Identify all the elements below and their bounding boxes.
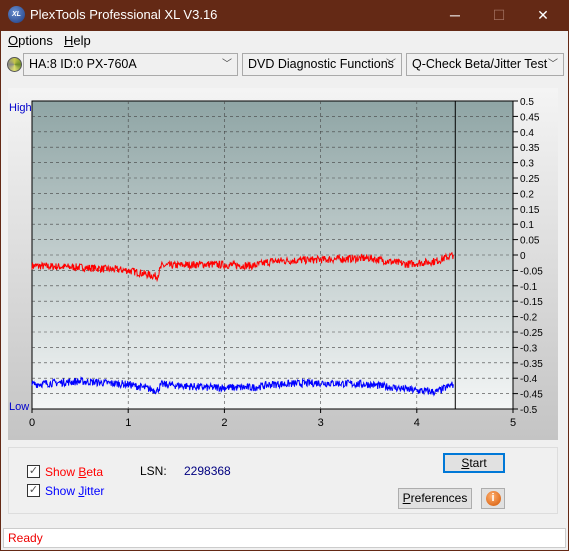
y-tick-label: 0.35 (520, 143, 540, 154)
x-tick-label: 5 (510, 417, 516, 429)
start-button[interactable]: Start (443, 453, 505, 473)
client-area: Options Help HA:8 ID:0 PX-760A ﹀ DVD Diag… (1, 31, 568, 550)
y-tick-label: -0.2 (520, 313, 538, 324)
y-tick-label: 0.45 (520, 112, 540, 123)
y-tick-label: -0.5 (520, 405, 538, 416)
y-tick-label: 0.4 (520, 128, 534, 139)
function-select[interactable]: DVD Diagnostic Functions ﹀ (242, 53, 402, 76)
show-beta-checkbox[interactable]: ✓ (27, 465, 40, 478)
y-tick-label: -0.15 (520, 297, 543, 308)
chart-panel: 0.5 0.45 0.4 0.35 0.3 0.25 0.2 0.15 0.1 0.05 0 -0.0… (8, 88, 558, 440)
beta-jitter-chart: 0.5 0.45 0.4 0.35 0.3 0.25 0.2 0.15 0.1 0.05 0 -0.0… (9, 97, 543, 429)
y-tick-label: -0.1 (520, 282, 538, 293)
x-tick-label: 1 (125, 417, 131, 429)
y-tick-label: 0.15 (520, 205, 540, 216)
info-icon: i (485, 491, 501, 506)
lsn-value: 2298368 (184, 464, 231, 478)
disc-icon (7, 57, 22, 72)
y-tick-label: -0.45 (520, 390, 543, 401)
title-bar: XL PlexTools Professional XL V3.16 ─ ☐ ✕ (0, 0, 569, 31)
drive-select[interactable]: HA:8 ID:0 PX-760A ﹀ (23, 53, 238, 76)
show-jitter-label[interactable]: Show Jitter (45, 484, 104, 498)
y-tick-label: -0.35 (520, 359, 543, 370)
app-logo-icon: XL (8, 6, 25, 23)
y-tick-label: 0.25 (520, 174, 540, 185)
high-label: High (9, 102, 32, 114)
y-tick-label: -0.25 (520, 328, 543, 339)
window-title: PlexTools Professional XL V3.16 (30, 7, 218, 22)
chevron-down-icon: ﹀ (548, 59, 558, 70)
menu-help[interactable]: Help (64, 33, 91, 51)
y-tick-label: 0.3 (520, 159, 534, 170)
y-tick-label: -0.4 (520, 374, 538, 385)
maximize-button[interactable]: ☐ (484, 4, 514, 26)
x-tick-label: 2 (221, 417, 227, 429)
x-tick-label: 0 (29, 417, 35, 429)
chevron-down-icon: ﹀ (222, 59, 232, 70)
y-tick-label: 0.05 (520, 236, 540, 247)
low-label: Low (9, 401, 29, 413)
y-tick-label: -0.3 (520, 343, 538, 354)
status-bar: Ready (3, 528, 566, 548)
menu-options[interactable]: Options (8, 33, 53, 51)
test-select[interactable]: Q-Check Beta/Jitter Test ﹀ (406, 53, 564, 76)
preferences-button[interactable]: Preferences (398, 488, 472, 509)
show-beta-label[interactable]: Show Beta (45, 465, 103, 479)
y-tick-label: 0.2 (520, 189, 534, 200)
info-button[interactable]: i (481, 488, 505, 509)
x-tick-label: 4 (414, 417, 420, 429)
y-tick-label: 0.5 (520, 97, 534, 108)
y-tick-label: 0 (520, 251, 526, 262)
minimize-button[interactable]: ─ (440, 4, 470, 26)
controls-panel: ✓ Show Beta ✓ Show Jitter LSN: 2298368 S… (8, 447, 558, 514)
x-tick-label: 3 (318, 417, 324, 429)
y-tick-label: -0.05 (520, 266, 543, 277)
show-jitter-checkbox[interactable]: ✓ (27, 484, 40, 497)
lsn-label: LSN: (140, 464, 167, 478)
chevron-down-icon: ﹀ (386, 59, 396, 70)
y-tick-label: 0.1 (520, 220, 534, 231)
close-button[interactable]: ✕ (528, 4, 558, 26)
